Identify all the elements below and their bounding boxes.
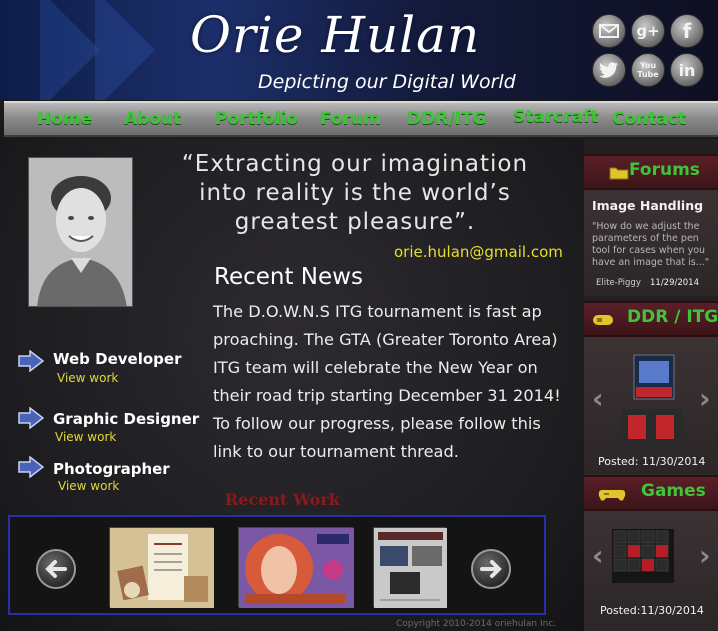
email-link[interactable]: orie.hulan@gmail.com	[394, 243, 563, 261]
controller-icon	[598, 490, 626, 501]
view-work-link[interactable]: View work	[55, 430, 116, 444]
site-header: Orie Hulan Depicting our Digital World g…	[0, 0, 718, 100]
chevron-left-icon[interactable]: ‹	[592, 539, 604, 572]
facebook-glyph: f	[682, 19, 692, 43]
recent-work-heading: Recent Work	[225, 490, 340, 509]
facebook-icon[interactable]: f	[670, 14, 704, 48]
nav-forum[interactable]: Forum	[320, 109, 381, 129]
chevron-right-icon[interactable]: ›	[699, 539, 711, 572]
role-title: Web Developer	[53, 350, 182, 368]
role-title: Photographer	[53, 460, 170, 478]
youtube-icon[interactable]: You Tube	[631, 53, 665, 87]
view-work-link[interactable]: View work	[58, 479, 119, 493]
recent-news-body[interactable]: The D.O.W.N.S ITG tournament is fast ap …	[213, 298, 569, 466]
nav-about[interactable]: About	[124, 109, 181, 129]
profile-portrait	[28, 157, 133, 307]
forum-post-title[interactable]: Image Handling	[592, 198, 703, 213]
games-header[interactable]: Games	[584, 475, 718, 511]
portfolio-thumbnail-flyer[interactable]	[109, 527, 214, 608]
forum-post-date: 11/29/2014	[650, 278, 699, 288]
forums-panel: Image Handling "How do we adjust the par…	[584, 190, 718, 296]
header-chevron-decoration	[95, 0, 155, 100]
site-logo-name[interactable]: Orie Hulan	[190, 6, 480, 64]
carousel-next-button[interactable]	[471, 549, 511, 589]
portfolio-thumbnail-magazine[interactable]	[373, 527, 447, 608]
games-title: Games	[641, 481, 706, 501]
linkedin-icon[interactable]: in	[670, 53, 704, 87]
main-nav: Home About Portfolio Forum DDR/ITG Starc…	[4, 101, 718, 137]
forum-post-excerpt: "How do we adjust the parameters of the …	[592, 221, 710, 268]
view-work-link[interactable]: View work	[57, 371, 118, 385]
mission-quote: “Extracting our imagination into reality…	[181, 151, 529, 235]
twitter-icon[interactable]	[592, 53, 626, 87]
ddr-itg-title: DDR / ITG	[627, 307, 718, 327]
youtube-glyph: You Tube	[637, 61, 659, 79]
linkedin-glyph: in	[678, 60, 696, 80]
google-plus-icon[interactable]: g+	[631, 14, 665, 48]
games-panel: ‹ › Posted:11/30/2014	[584, 511, 718, 631]
recent-news-heading: Recent News	[214, 264, 363, 290]
carousel-prev-button[interactable]	[36, 549, 76, 589]
nav-starcraft[interactable]: Starcraft	[513, 107, 599, 127]
sidebar: Forums Image Handling "How do we adjust …	[584, 139, 718, 631]
header-chevron-decoration	[40, 0, 100, 100]
arrow-right-icon	[18, 350, 44, 372]
arrow-right-icon	[18, 407, 44, 429]
nav-ddr-itg[interactable]: DDR/ITG	[407, 109, 486, 129]
ddr-machine-image[interactable]	[618, 351, 686, 451]
chevron-left-icon[interactable]: ‹	[592, 382, 604, 415]
game-grid-image[interactable]	[612, 529, 674, 583]
ddr-itg-panel: ‹ › Posted: 11/30/2014	[584, 337, 718, 475]
google-plus-glyph: g+	[636, 22, 660, 40]
forums-title: Forums	[629, 160, 700, 180]
forums-header[interactable]: Forums	[584, 154, 718, 190]
portfolio-thumbnail-portrait-art[interactable]	[238, 527, 354, 608]
nav-portfolio[interactable]: Portfolio	[215, 109, 298, 129]
copyright-notice: Copyright 2010-2014 oriehulan Inc.	[396, 619, 557, 629]
ddr-posted-date: Posted: 11/30/2014	[598, 455, 706, 468]
chevron-right-icon[interactable]: ›	[699, 382, 711, 415]
ddr-itg-header[interactable]: DDR / ITG	[584, 301, 718, 337]
forum-post-user[interactable]: Elite-Piggy	[596, 278, 641, 288]
envelope-icon[interactable]	[592, 14, 626, 48]
arrow-right-icon	[18, 456, 44, 478]
nav-home[interactable]: Home	[37, 109, 92, 129]
folder-icon	[609, 167, 629, 180]
site-tagline: Depicting our Digital World	[258, 71, 516, 93]
games-posted-date: Posted:11/30/2014	[600, 604, 704, 617]
recent-work-carousel	[8, 515, 546, 615]
role-title: Graphic Designer	[53, 410, 200, 428]
gamepad-icon	[593, 315, 613, 325]
nav-contact[interactable]: Contact	[612, 109, 686, 129]
